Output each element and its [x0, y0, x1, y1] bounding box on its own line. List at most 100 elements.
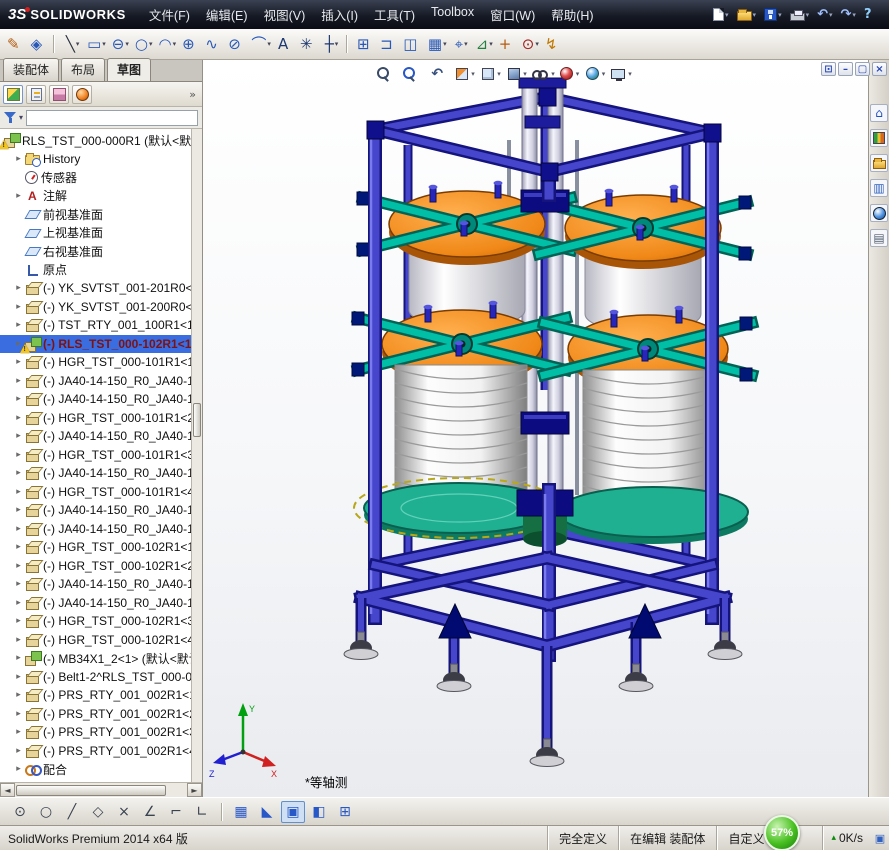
expand-arrow-icon[interactable]: ▸ — [13, 413, 24, 423]
expand-arrow-icon[interactable]: ▸ — [13, 524, 24, 534]
tree-item[interactable]: ▸ (-) YK_SVTST_001-200R0<1> — [0, 298, 191, 317]
graphics-viewport[interactable]: Y X Z ▾ ▾ ↶ — [203, 60, 868, 797]
undo-button[interactable]: ↶ ▾ — [814, 6, 835, 24]
view-shaded-button[interactable]: ▣ — [281, 801, 305, 823]
orientation-triad[interactable]: Y X Z — [209, 703, 277, 779]
expand-arrow-icon[interactable]: ▸ — [13, 542, 24, 552]
isometric-shade-button[interactable]: ◣ — [255, 801, 279, 823]
statusbar-tray-icon[interactable]: ▣ — [871, 826, 889, 850]
panel-overflow-chevron[interactable]: » — [189, 88, 199, 101]
tree-item[interactable]: ▸ (-) JA40-14-150_R0_JA40-14 — [0, 427, 191, 446]
commandmanager-tab[interactable]: 装配体 — [3, 58, 59, 81]
expand-arrow-icon[interactable]: ▸ — [13, 727, 24, 737]
section-view-button[interactable]: ▾ — [453, 63, 478, 84]
expand-arrow-icon[interactable]: ▸ — [13, 357, 24, 367]
tree-item[interactable]: ▸ (-) PRS_RTY_001_002R1<4> — [0, 742, 191, 761]
tree-item[interactable]: ▸ (-) JA40-14-150_R0_JA40-14 — [0, 520, 191, 539]
file-explorer-tab[interactable] — [870, 154, 888, 172]
menu-item[interactable]: Toolbox — [423, 1, 482, 28]
tree-item[interactable]: ▸ 注解 — [0, 187, 191, 206]
tree-item[interactable]: ▸ (-) HGR_TST_000-102R1<3> — [0, 612, 191, 631]
expand-arrow-icon[interactable]: ▸ — [13, 672, 24, 682]
save-button[interactable]: ▾ — [761, 6, 785, 23]
tree-item[interactable]: ▸ (-) JA40-14-150_R0_JA40-14 — [0, 575, 191, 594]
tree-item[interactable]: ▸ (-) HGR_TST_000-102R1<4> — [0, 631, 191, 650]
redo-button[interactable]: ↷ ▾ — [838, 6, 859, 24]
expand-arrow-icon[interactable]: ▸ — [13, 394, 24, 404]
spline-tool-button[interactable]: ∿ ▾ — [202, 31, 225, 57]
expand-arrow-icon[interactable]: ▸ — [13, 154, 24, 164]
display-relations-button[interactable]: ⊿ ▾ — [473, 31, 496, 57]
tree-item[interactable]: ▸ (-) PRS_RTY_001_002R1<1> — [0, 686, 191, 705]
sketch-rhombus-button[interactable]: ◇ — [86, 801, 110, 823]
rapid-sketch-button[interactable]: ↯ ▾ — [542, 31, 565, 57]
view-palette-tab[interactable]: ▥ — [870, 179, 888, 197]
mirror-entities-button[interactable]: ◫ ▾ — [400, 31, 425, 57]
appearances-tab[interactable] — [870, 204, 888, 222]
tree-item[interactable]: ▸ (-) JA40-14-150_R0_JA40-14 — [0, 390, 191, 409]
propertymanager-tab[interactable] — [26, 85, 46, 104]
menu-item[interactable]: 编辑(E) — [198, 1, 256, 28]
configurationmanager-tab[interactable] — [49, 85, 69, 104]
expand-arrow-icon[interactable]: ▸ — [13, 709, 24, 719]
sketch-trim-button[interactable]: ⌐ — [164, 801, 188, 823]
tree-item[interactable]: ▸ (-) HGR_TST_000-101R1<4> — [0, 483, 191, 502]
linear-pattern-button[interactable]: ▦ ▾ — [425, 31, 450, 57]
sketch-delete-button[interactable]: × — [112, 801, 136, 823]
tree-item[interactable]: ▸ (-) MB34X1_2<1> (默认<默认 — [0, 649, 191, 668]
expand-arrow-icon[interactable]: ▸ — [13, 764, 24, 774]
scroll-left-icon[interactable]: ◄ — [0, 783, 15, 797]
restore-window-button[interactable]: ⊡ — [821, 62, 836, 76]
tree-item[interactable]: ▸ (-) YK_SVTST_001-201R0<1> — [0, 279, 191, 298]
tree-item[interactable]: ▸ (-) HGR_TST_000-101R1<1> — [0, 353, 191, 372]
exit-sketch-button[interactable]: ✎ ▾ — [4, 31, 27, 57]
apply-scene-button[interactable]: ▾ — [583, 63, 608, 84]
tree-item[interactable]: ▸ (-) TST_RTY_001_100R1<1> — [0, 316, 191, 335]
tree-item[interactable]: ▸ (-) HGR_TST_000-102R1<2> — [0, 557, 191, 576]
featuremanager-tab[interactable] — [3, 85, 23, 104]
assembly-3d-model[interactable]: Y X Z — [203, 60, 868, 797]
expand-arrow-icon[interactable]: ▸ — [13, 561, 24, 571]
smart-dimension-button[interactable]: ◈ ▾ — [27, 31, 50, 57]
ellipse-tool-button[interactable]: ⊘ ▾ — [225, 31, 248, 57]
expand-arrow-icon[interactable]: ▸ — [13, 487, 24, 497]
tree-item[interactable]: ▸ History — [0, 150, 191, 169]
expand-arrow-icon[interactable]: ▸ — [13, 376, 24, 386]
expand-arrow-icon[interactable]: ▸ — [13, 635, 24, 645]
tree-filter-input[interactable] — [26, 110, 198, 126]
tree-item[interactable]: ▸ (-) Belt1-2^RLS_TST_000-00 — [0, 668, 191, 687]
tree-item[interactable]: 传感器 — [0, 168, 191, 187]
expand-arrow-icon[interactable]: ▸ — [13, 579, 24, 589]
convert-entities-button[interactable]: ⊞ ▾ — [354, 31, 377, 57]
perimeter-circle-button[interactable]: ⊕ ▾ — [179, 31, 202, 57]
expand-arrow-icon[interactable]: ▸ — [13, 616, 24, 626]
centerline-button[interactable]: ┼ ▾ — [320, 31, 343, 57]
offset-entities-button[interactable]: ⊐ ▾ — [377, 31, 400, 57]
commandmanager-tab[interactable]: 草图 — [107, 58, 151, 81]
expand-arrow-icon[interactable]: ▸ — [13, 468, 24, 478]
tree-item[interactable]: ▸ (-) RLS_TST_000-102R1<1 — [0, 335, 191, 354]
sketch-circle-button[interactable]: ○ — [34, 801, 58, 823]
tree-item[interactable]: ▸ (-) JA40-14-150_R0_JA40-14 — [0, 594, 191, 613]
section-display-button[interactable]: ◧ — [307, 801, 331, 823]
sketch-fillet-button[interactable]: ⌒ ▾ — [248, 31, 274, 57]
tree-vertical-scrollbar[interactable] — [191, 129, 202, 782]
quick-snaps-button[interactable]: ⊙ ▾ — [519, 31, 542, 57]
expand-arrow-icon[interactable]: ▸ — [13, 598, 24, 608]
expand-arrow-icon[interactable]: ▸ — [13, 653, 24, 663]
line-tool-button[interactable]: ╲ ▾ — [61, 31, 84, 57]
expand-arrow-icon[interactable]: ▸ — [13, 746, 24, 756]
menu-item[interactable]: 文件(F) — [141, 1, 198, 28]
view-settings-button[interactable]: ▾ — [609, 63, 634, 84]
corner-rectangle-button[interactable]: ▭ ▾ — [84, 31, 109, 57]
text-tool-button[interactable]: A ▾ — [274, 31, 297, 57]
expand-arrow-icon[interactable]: ▸ — [13, 191, 24, 201]
network-speed-badge[interactable]: 57% — [764, 815, 800, 850]
tree-item[interactable]: ▸ (-) JA40-14-150_R0_JA40-14 — [0, 372, 191, 391]
sketch-corner-button[interactable]: ∟ — [190, 801, 214, 823]
tree-item[interactable]: ▸ (-) PRS_RTY_001_002R1<2> — [0, 705, 191, 724]
scrollbar-thumb[interactable] — [193, 403, 201, 437]
point-tool-button[interactable]: ✳ ▾ — [297, 31, 320, 57]
design-library-tab[interactable] — [870, 129, 888, 147]
three-point-arc-button[interactable]: ◠ ▾ — [156, 31, 180, 57]
